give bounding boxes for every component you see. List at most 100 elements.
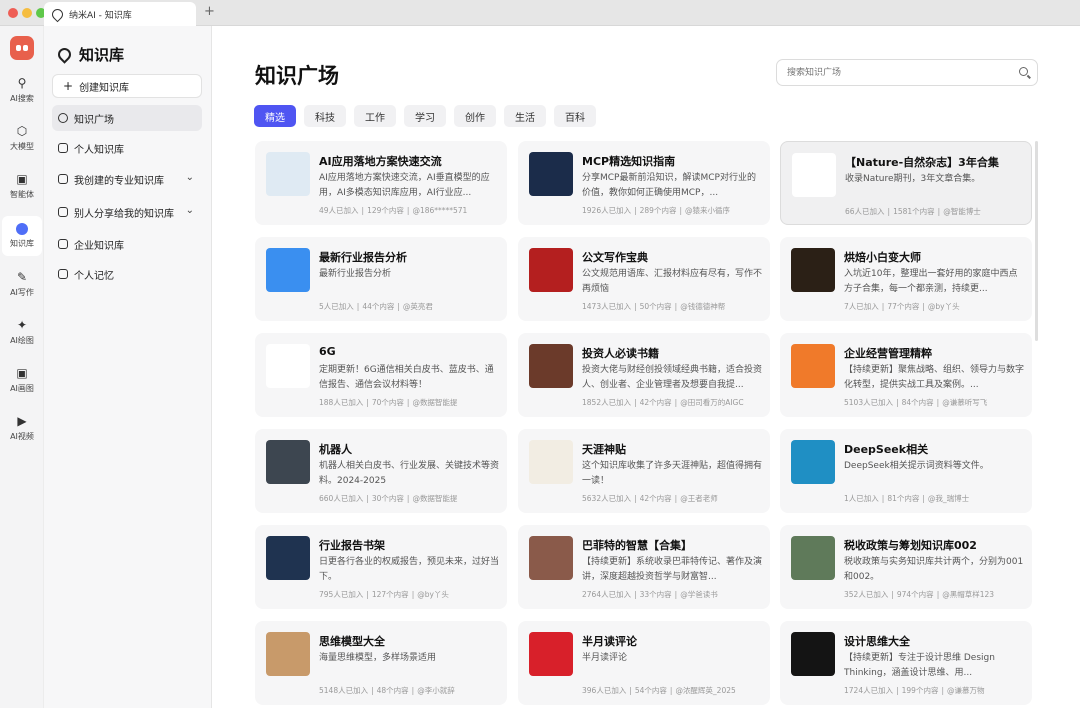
chip-creation[interactable]: 创作	[454, 105, 496, 127]
sidebar-item-memory[interactable]: 个人记忆	[52, 261, 202, 287]
chip-encyclopedia[interactable]: 百科	[554, 105, 596, 127]
card-content-count: 33个内容	[639, 590, 672, 599]
sidebar-title-text: 知识库	[79, 46, 125, 64]
card-meta: 5103人已加入 | 84个内容 | @谦慕听写飞	[844, 397, 1030, 408]
card-content-count: 42个内容	[639, 494, 672, 503]
card-joined-count: 1852人已加入	[582, 398, 632, 407]
card-thumbnail	[529, 536, 573, 580]
chip-study[interactable]: 学习	[404, 105, 446, 127]
meta-separator: |	[371, 686, 374, 695]
sidebar-item-my-created[interactable]: 我创建的专业知识库 ⌄	[52, 166, 202, 192]
knowledge-card[interactable]: 半月读评论 半月读评论 396人已加入 | 54个内容 | @浓醒辉英_2025	[518, 621, 770, 705]
knowledge-card[interactable]: 思维模型大全 海量思维模型，多样场景适用 5148人已加入 | 48个内容 | @李小就辞	[255, 621, 507, 705]
card-meta: 1852人已加入 | 42个内容 | @田司看万的AIGC	[582, 397, 768, 408]
card-title: 税收政策与筹划知识库002	[844, 539, 977, 552]
knowledge-card[interactable]: 机器人 机器人相关白皮书、行业发展、关键技术等资料。2024-2025 660人已加…	[255, 429, 507, 513]
rail-item-writing[interactable]: ✎ AI写作	[2, 264, 42, 304]
card-author: @谦慕听写飞	[942, 398, 988, 407]
create-knowledge-button[interactable]: + 创建知识库	[52, 74, 202, 98]
meta-separator: |	[936, 590, 940, 599]
knowledge-card[interactable]: 巴菲特的智慧【合集】 【持续更新】系统收录巴菲特传记、著作及演讲，深度超越投资哲学…	[518, 525, 770, 609]
meta-separator: |	[937, 207, 941, 216]
rail-item-ai-search[interactable]: ⚲ AI搜索	[2, 70, 42, 110]
card-content-count: 974个内容	[896, 590, 934, 599]
card-description: 【持续更新】系统收录巴菲特传记、著作及演讲，深度超越投资哲学与财富智...	[582, 557, 762, 582]
knowledge-icon	[16, 223, 28, 235]
card-author: @李小就辞	[417, 686, 455, 695]
chip-tech[interactable]: 科技	[304, 105, 346, 127]
sidebar-item-personal[interactable]: 个人知识库	[52, 135, 202, 161]
rail-item-agents[interactable]: ▣ 智能体	[2, 166, 42, 206]
knowledge-card[interactable]: DeepSeek相关 DeepSeek相关提示词资料等文件。 1人已加入 | 81个内容…	[780, 429, 1032, 513]
card-thumbnail	[529, 344, 573, 388]
card-content-count: 77个内容	[887, 302, 920, 311]
knowledge-card[interactable]: 行业报告书架 日更各行各业的权威报告，预见未来，过好当下。 795人已加入 | 127个…	[255, 525, 507, 609]
search-box[interactable]	[776, 59, 1038, 86]
main-content: 知识广场 精选 科技 工作 学习 创作 生活 百科 AI应用落地方案快速交流AI…	[212, 26, 1080, 708]
card-content-count: 289个内容	[639, 206, 677, 215]
card-description: 这个知识库收集了许多天涯神贴，超值得拥有一读！	[582, 461, 762, 486]
sidebar-item-enterprise[interactable]: 企业知识库	[52, 231, 202, 257]
sidebar-item-label: 别人分享给我的知识库	[74, 208, 174, 220]
chip-life[interactable]: 生活	[504, 105, 546, 127]
card-thumbnail	[791, 536, 835, 580]
card-description: 机器人相关白皮书、行业发展、关键技术等资料。2024-2025	[319, 461, 499, 486]
card-description: 定期更新！6G通信相关白皮书、蓝皮书、通信报告、通信会议材料等！	[319, 365, 494, 390]
search-icon[interactable]	[1019, 67, 1028, 76]
sidebar-title: 知识库	[55, 44, 125, 65]
knowledge-card[interactable]: AI应用落地方案快速交流 AI应用落地方案快速交流，AI垂直模型的应用，AI多模态…	[255, 141, 507, 225]
knowledge-card[interactable]: MCP精选知识指南 分享MCP最新前沿知识，解读MCP对行业的价值，教你如何正确使…	[518, 141, 770, 225]
scrollbar[interactable]	[1035, 141, 1038, 341]
knowledge-card[interactable]: 天涯神贴 这个知识库收集了许多天涯神贴，超值得拥有一读！ 5632人已加入 | 42个内…	[518, 429, 770, 513]
minimize-window-button[interactable]	[22, 8, 32, 18]
knowledge-card[interactable]: 税收政策与筹划知识库002 税收政策与实务知识库共计两个，分别为001和002。 3…	[780, 525, 1032, 609]
card-description: 最新行业报告分析	[319, 269, 392, 279]
rail-label: AI搜索	[10, 94, 34, 103]
meta-separator: |	[411, 686, 415, 695]
card-content-count: 70个内容	[371, 398, 404, 407]
knowledge-card[interactable]: 6G 定期更新！6G通信相关白皮书、蓝皮书、通信报告、通信会议材料等！ 188人已加…	[255, 333, 507, 417]
card-meta: 1926人已加入 | 289个内容 | @猿来小循序	[582, 205, 768, 216]
meta-separator: |	[881, 494, 885, 503]
close-window-button[interactable]	[8, 8, 18, 18]
search-input[interactable]	[787, 60, 1007, 85]
sidebar-item-label: 企业知识库	[74, 240, 124, 252]
knowledge-card[interactable]: 企业经营管理精粹 【持续更新】聚焦战略、组织、领导力与数字化转型，提供实战工具及案…	[780, 333, 1032, 417]
knowledge-card[interactable]: 公文写作宝典 公文规范用语库、汇报材料应有尽有，写作不再烦恼 1473人已加入 | 50…	[518, 237, 770, 321]
card-thumbnail	[266, 152, 310, 196]
sidebar-item-shared[interactable]: 别人分享给我的知识库 ⌄	[52, 199, 202, 225]
card-description: 收录Nature期刊，3年文章合集。	[845, 174, 981, 184]
card-meta: 660人已加入 | 30个内容 | @数据智能提	[319, 493, 505, 504]
rail-item-models[interactable]: ⬡ 大模型	[2, 118, 42, 158]
edit-icon	[58, 174, 68, 184]
chip-featured[interactable]: 精选	[254, 105, 296, 127]
rail-item-drawing[interactable]: ✦ AI绘图	[2, 312, 42, 352]
location-pin-icon	[49, 6, 66, 22]
location-pin-icon	[55, 45, 74, 64]
card-meta: 49人已加入 | 129个内容 | @186*****571	[319, 205, 505, 216]
knowledge-card[interactable]: 烘焙小白变大师 入坑近10年，整理出一套好用的家庭中西点方子合集，每一个都亲测，持…	[780, 237, 1032, 321]
knowledge-card[interactable]: 【Nature-自然杂志】3年合集 收录Nature期刊，3年文章合集。 66人已加…	[780, 141, 1032, 225]
meta-separator: |	[891, 590, 894, 599]
card-meta: 5148人已加入 | 48个内容 | @李小就辞	[319, 685, 505, 696]
app-logo	[10, 36, 34, 60]
knowledge-card[interactable]: 设计思维大全 【持续更新】专注于设计思维 Design Thinking，涵盖设计…	[780, 621, 1032, 705]
chevron-down-icon[interactable]: ⌄	[186, 172, 194, 183]
meta-separator: |	[669, 686, 673, 695]
sidebar-item-square[interactable]: 知识广场	[52, 105, 202, 131]
card-joined-count: 1724人已加入	[844, 686, 894, 695]
card-description: 【持续更新】聚焦战略、组织、领导力与数字化转型，提供实战工具及案例。...	[844, 365, 1024, 390]
card-title: 半月读评论	[582, 635, 637, 648]
rail-item-knowledge[interactable]: 知识库	[2, 216, 42, 256]
card-joined-count: 352人已加入	[844, 590, 889, 599]
card-joined-count: 1人已加入	[844, 494, 879, 503]
rail-item-video[interactable]: ▶ AI视频	[2, 408, 42, 448]
chevron-down-icon[interactable]: ⌄	[186, 205, 194, 216]
chip-work[interactable]: 工作	[354, 105, 396, 127]
knowledge-card[interactable]: 最新行业报告分析 最新行业报告分析 5人已加入 | 44个内容 | @英亮君	[255, 237, 507, 321]
browser-tab[interactable]: 纳米AI - 知识库	[44, 2, 196, 26]
rail-label: AI视频	[10, 432, 34, 441]
knowledge-card[interactable]: 投资人必读书籍 投资大佬与财经创投领域经典书籍，适合投资人、创业者、企业管理者及想…	[518, 333, 770, 417]
rail-item-image[interactable]: ▣ AI画图	[2, 360, 42, 400]
new-tab-button[interactable]: +	[204, 4, 215, 19]
